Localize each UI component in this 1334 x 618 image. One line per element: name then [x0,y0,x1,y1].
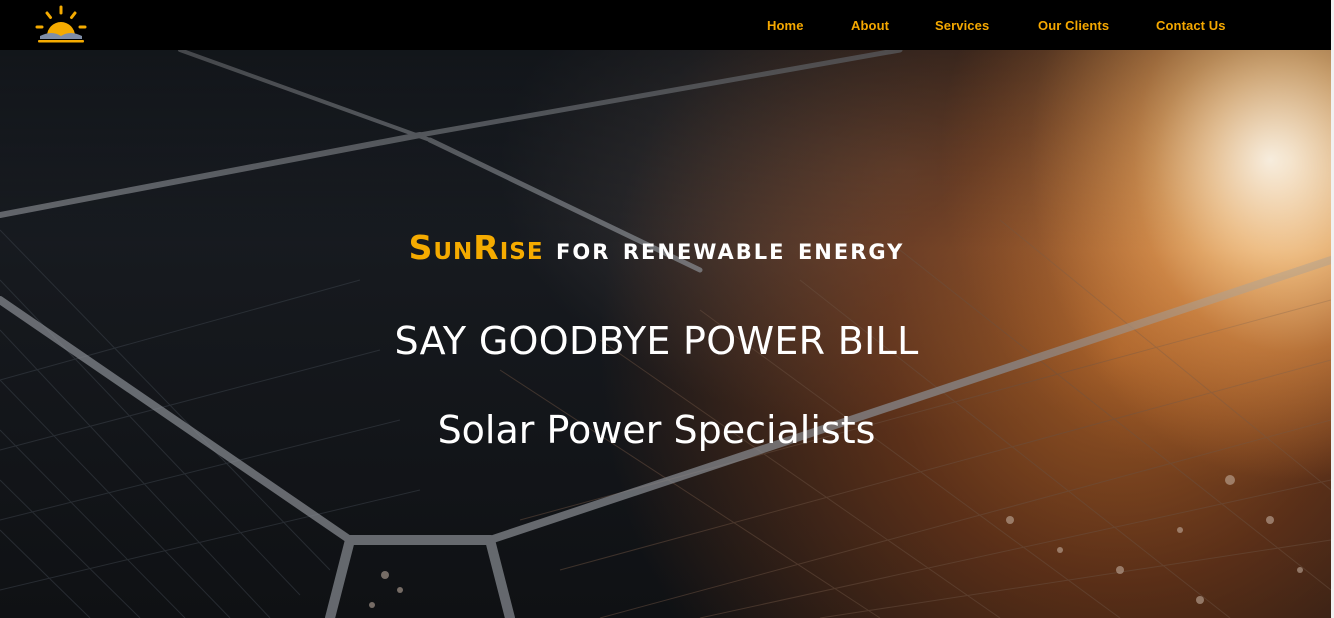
nav-services-link[interactable]: Services [935,18,989,33]
top-navbar: Home About Services Our Clients Contact … [0,0,1331,50]
hero-subtagline: Solar Power Specialists [437,408,876,452]
nav-contact-us-link[interactable]: Contact Us [1156,18,1226,33]
hero-text: SunRise for renewable energy SAY GOODBYE… [0,50,1331,618]
brand-name: SunRise [408,228,544,267]
main-nav: Home About Services Our Clients Contact … [0,0,1331,50]
hero-headline: SunRise for renewable energy [0,228,1313,270]
landing-page: Home About Services Our Clients Contact … [0,0,1334,618]
hero-section: SunRise for renewable energy SAY GOODBYE… [0,50,1331,618]
hero-tagline: SAY GOODBYE POWER BILL [394,319,919,363]
nav-home-link[interactable]: Home [767,18,804,33]
nav-about-link[interactable]: About [851,18,889,33]
nav-our-clients-link[interactable]: Our Clients [1038,18,1109,33]
headline-subtitle: for renewable energy [556,232,905,267]
